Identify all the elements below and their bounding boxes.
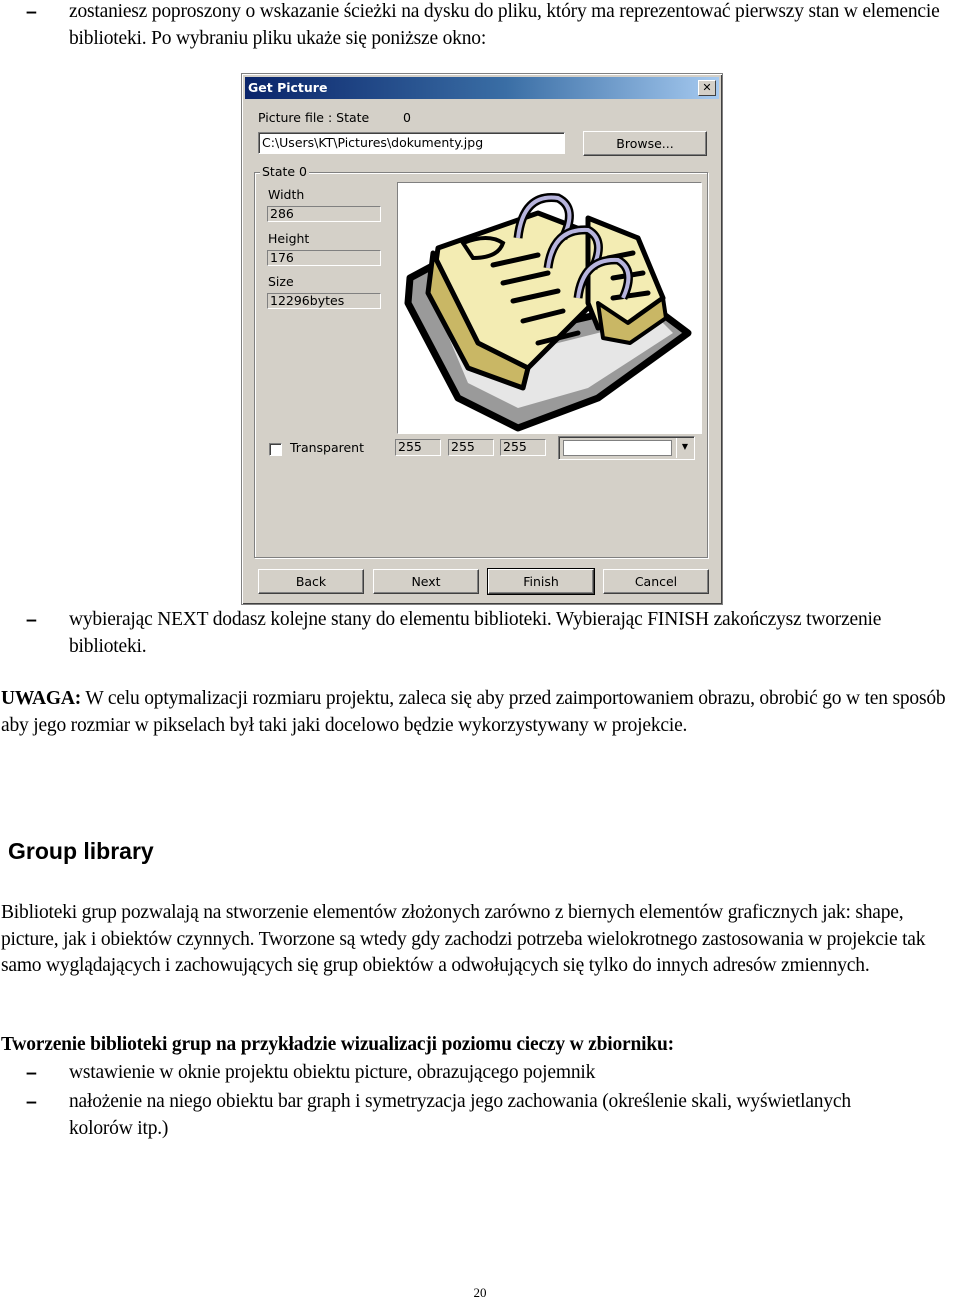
example-bullet-text: nałożenie na niego obiektu bar graph i s… (69, 1091, 851, 1139)
section-paragraph: Biblioteki grup pozwalają na stworzenie … (1, 902, 926, 976)
close-button[interactable]: ✕ (698, 80, 716, 96)
file-path-value: C:\Users\KT\Pictures\dokumenty.jpg (262, 135, 484, 150)
example-bullet-text: wstawienie w oknie projektu obiektu pict… (69, 1062, 596, 1083)
width-field: 286 (267, 206, 381, 222)
back-button[interactable]: Back (258, 569, 364, 594)
chevron-down-icon[interactable]: ▼ (676, 438, 693, 458)
next-bullet-text: wybierając NEXT dodasz kolejne stany do … (69, 609, 882, 657)
get-picture-dialog: Get Picture ✕ Picture file : State 0 C:\… (241, 73, 723, 605)
dialog-title: Get Picture (248, 80, 328, 95)
note-paragraph: UWAGA: W celu optymalizacji rozmiaru pro… (1, 686, 958, 739)
note-text: W celu optymalizacji rozmiaru projektu, … (1, 688, 946, 736)
blue-value-field: 255 (500, 439, 546, 456)
browse-button[interactable]: Browse... (583, 131, 707, 156)
page-number: 20 (473, 1285, 487, 1300)
note-label: UWAGA: (1, 688, 82, 709)
agenda-book-image (404, 193, 692, 432)
height-field: 176 (267, 250, 381, 266)
size-field: 12296bytes (267, 293, 381, 309)
color-swatch (563, 440, 672, 456)
next-button[interactable]: Next (373, 569, 479, 594)
color-dropdown[interactable]: ▼ (558, 436, 695, 460)
finish-button[interactable]: Finish (487, 568, 595, 595)
cancel-button[interactable]: Cancel (603, 569, 709, 594)
green-value-field: 255 (448, 439, 494, 456)
bullet-dash: – (26, 1062, 37, 1084)
bullet-dash: – (26, 1091, 37, 1113)
height-label: Height (268, 231, 310, 246)
section-heading: Group library (8, 838, 154, 864)
bullet-dash: – (26, 1, 37, 23)
intro-bullet-text: zostaniesz poproszony o wskazanie ścieżk… (69, 1, 940, 49)
picture-file-state: 0 (403, 110, 411, 125)
dialog-titlebar[interactable]: Get Picture ✕ (245, 77, 719, 99)
transparent-label: Transparent (290, 440, 365, 455)
picture-file-label: Picture file : State (258, 110, 370, 125)
width-label: Width (268, 187, 305, 202)
file-path-input[interactable]: C:\Users\KT\Pictures\dokumenty.jpg (258, 132, 565, 154)
red-value-field: 255 (395, 439, 441, 456)
example-heading: Tworzenie biblioteki grup na przykładzie… (1, 1034, 674, 1055)
size-label: Size (268, 274, 294, 289)
state-group-title: State 0 (260, 164, 310, 179)
bullet-dash: – (26, 609, 37, 631)
transparent-checkbox[interactable] (269, 443, 282, 456)
picture-preview (397, 182, 702, 434)
close-icon: ✕ (702, 81, 712, 94)
